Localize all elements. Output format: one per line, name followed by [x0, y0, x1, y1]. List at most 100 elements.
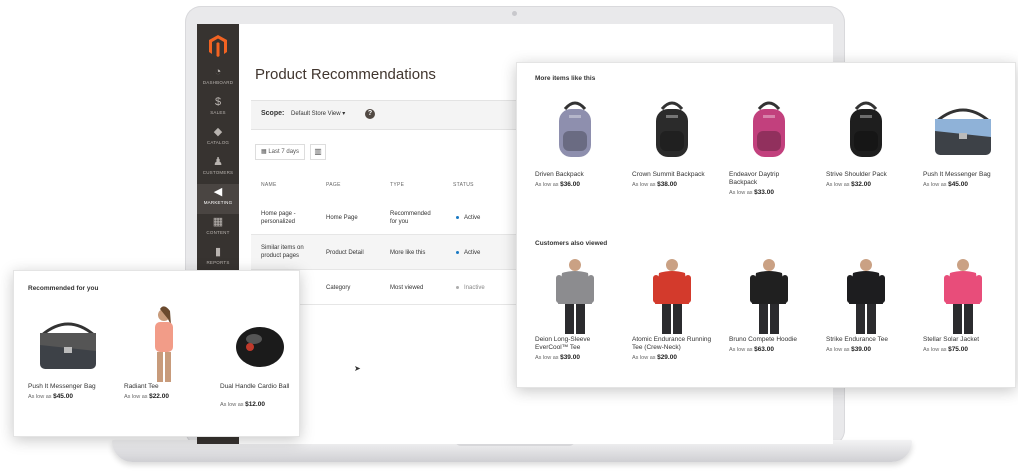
backpack-icon[interactable]: [535, 91, 615, 171]
product-name[interactable]: Deion Long-Sleeve EverCool™ Tee: [535, 336, 615, 352]
product-price: As low as $38.00: [632, 181, 677, 188]
messenger-bag-icon[interactable]: [923, 91, 1003, 171]
mouse-cursor-icon: ➤: [354, 364, 361, 373]
column-settings-icon[interactable]: ▥: [310, 144, 326, 160]
status-dot: [456, 215, 459, 219]
scope-dropdown[interactable]: Default Store View ▾: [291, 110, 345, 117]
price-value: $38.00: [657, 181, 677, 188]
column-header-page[interactable]: PAGE: [326, 182, 341, 188]
price-prefix: As low as: [923, 182, 949, 188]
row-status: Active: [456, 249, 480, 257]
price-prefix: As low as: [28, 394, 54, 400]
help-icon[interactable]: ?: [365, 109, 375, 119]
man-shirt-icon[interactable]: [632, 256, 712, 336]
magento-logo-icon[interactable]: [208, 34, 228, 58]
product-name[interactable]: Strive Shoulder Pack: [826, 171, 906, 179]
row-status: Active: [456, 214, 480, 222]
product-price: As low as $39.00: [535, 354, 580, 361]
column-header-type[interactable]: TYPE: [390, 182, 404, 188]
product-price: As low as $12.00: [220, 401, 265, 408]
woman-tee-icon[interactable]: [124, 305, 204, 385]
status-text: Active: [464, 250, 481, 256]
product-name[interactable]: Endeavor Daytrip Backpack: [729, 171, 809, 187]
calendar-icon: ▦: [261, 149, 267, 155]
backpack-icon[interactable]: [632, 91, 712, 171]
backpack-icon[interactable]: [826, 91, 906, 171]
product-card[interactable]: Bruno Compete Hoodie As low as $63.00: [729, 256, 809, 366]
row-page: Product Detail: [326, 250, 364, 256]
product-card[interactable]: Driven Backpack As low as $36.00: [535, 91, 615, 201]
sidebar-item-label: MARKETING: [203, 200, 233, 205]
price-value: $29.00: [657, 354, 677, 361]
price-value: $39.00: [560, 354, 580, 361]
status-text: Active: [464, 215, 481, 221]
cube-icon: ◆: [213, 126, 223, 138]
sidebar-item-dashboard[interactable]: ◔ DASHBOARD: [197, 64, 239, 94]
product-price: As low as $36.00: [535, 181, 580, 188]
product-card[interactable]: Radiant Tee As low as $22.00: [124, 305, 204, 415]
sidebar-item-catalog[interactable]: ◆ CATALOG: [197, 124, 239, 154]
price-prefix: As low as: [729, 190, 755, 196]
row-name: Home page - personalized: [261, 211, 296, 225]
date-filter-label: Last 7 days: [268, 149, 300, 155]
widget-heading: Customers also viewed: [535, 240, 608, 247]
product-price: As low as $39.00: [826, 346, 871, 353]
status-text: Inactive: [464, 285, 485, 291]
messenger-bag-icon[interactable]: [28, 305, 108, 385]
product-card[interactable]: Push It Messenger Bag As low as $45.00: [923, 91, 1003, 201]
row-page: Home Page: [326, 215, 358, 221]
sidebar-item-sales[interactable]: $ SALES: [197, 94, 239, 124]
product-name[interactable]: Crown Summit Backpack: [632, 171, 712, 179]
webcam: [512, 11, 517, 16]
column-header-name[interactable]: NAME: [261, 182, 277, 188]
woman-jacket-icon[interactable]: [923, 256, 1003, 336]
sidebar-item-customers[interactable]: ♟ CUSTOMERS: [197, 154, 239, 184]
price-value: $12.00: [245, 401, 265, 408]
column-header-status[interactable]: STATUS: [453, 182, 474, 188]
product-card[interactable]: Crown Summit Backpack As low as $38.00: [632, 91, 712, 201]
dollar-icon: $: [214, 96, 222, 108]
scope-label: Scope:: [261, 110, 285, 117]
product-name[interactable]: Radiant Tee: [124, 383, 204, 391]
man-shirt-icon[interactable]: [826, 256, 906, 336]
product-name[interactable]: Bruno Compete Hoodie: [729, 336, 809, 344]
price-prefix: As low as: [632, 182, 658, 188]
dashboard-icon: ◔: [214, 66, 222, 78]
product-name[interactable]: Push It Messenger Bag: [28, 383, 108, 391]
product-name[interactable]: Push It Messenger Bag: [923, 171, 1003, 179]
product-card[interactable]: Push It Messenger Bag As low as $45.00: [28, 305, 108, 415]
price-value: $45.00: [53, 393, 73, 400]
product-name[interactable]: Atomic Endurance Running Tee (Crew-Neck): [632, 336, 712, 352]
product-price: As low as $29.00: [632, 354, 677, 361]
status-dot: [456, 285, 459, 289]
product-price: As low as $75.00: [923, 346, 968, 353]
backpack-icon[interactable]: [729, 91, 809, 171]
price-prefix: As low as: [124, 394, 150, 400]
man-shirt-icon[interactable]: [535, 256, 615, 336]
product-name[interactable]: Strike Endurance Tee: [826, 336, 906, 344]
price-prefix: As low as: [220, 402, 246, 408]
sidebar-item-label: SALES: [210, 110, 226, 115]
product-name[interactable]: Driven Backpack: [535, 171, 615, 179]
row-status: Inactive: [456, 284, 485, 292]
product-price: As low as $63.00: [729, 346, 774, 353]
price-prefix: As low as: [826, 182, 852, 188]
sidebar-item-label: REPORTS: [206, 260, 230, 265]
product-card[interactable]: Deion Long-Sleeve EverCool™ Tee As low as…: [535, 256, 615, 366]
product-card[interactable]: Atomic Endurance Running Tee (Crew-Neck)…: [632, 256, 712, 366]
date-filter-button[interactable]: ▦ Last 7 days: [255, 144, 306, 160]
cardio-ball-icon[interactable]: [220, 305, 300, 385]
product-card[interactable]: Endeavor Daytrip Backpack As low as $33.0…: [729, 91, 809, 201]
price-value: $75.00: [948, 346, 968, 353]
product-price: As low as $33.00: [729, 189, 774, 196]
product-name[interactable]: Stellar Solar Jacket: [923, 336, 1003, 344]
product-card[interactable]: Strive Shoulder Pack As low as $32.00: [826, 91, 906, 201]
product-card[interactable]: Stellar Solar Jacket As low as $75.00: [923, 256, 1003, 366]
sidebar-item-marketing[interactable]: ◀ MARKETING: [197, 184, 239, 214]
product-card[interactable]: Dual Handle Cardio Ball As low as $12.00: [220, 305, 300, 415]
man-hoodie-icon[interactable]: [729, 256, 809, 336]
product-card[interactable]: Strike Endurance Tee As low as $39.00: [826, 256, 906, 366]
sidebar-item-label: CATALOG: [206, 140, 230, 145]
product-name[interactable]: Dual Handle Cardio Ball: [220, 383, 300, 391]
sidebar-item-content[interactable]: ▦ CONTENT: [197, 214, 239, 244]
